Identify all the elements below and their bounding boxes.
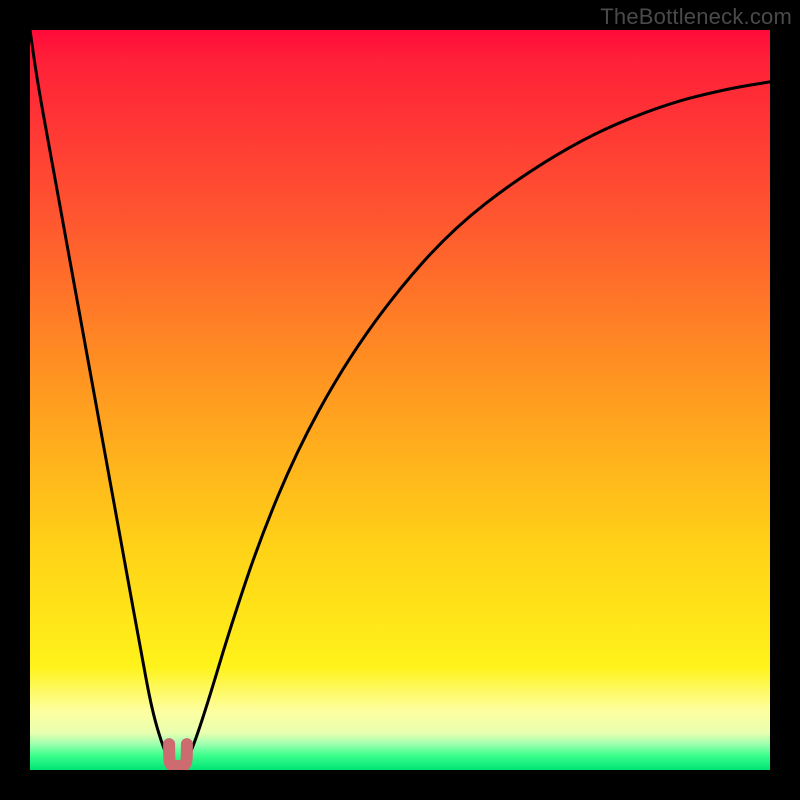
bottleneck-curve-svg [30,30,770,770]
bottleneck-curve-path [30,30,770,770]
min-region-marker [169,744,187,766]
chart-frame: TheBottleneck.com [0,0,800,800]
plot-area [30,30,770,770]
watermark-text: TheBottleneck.com [600,4,792,30]
